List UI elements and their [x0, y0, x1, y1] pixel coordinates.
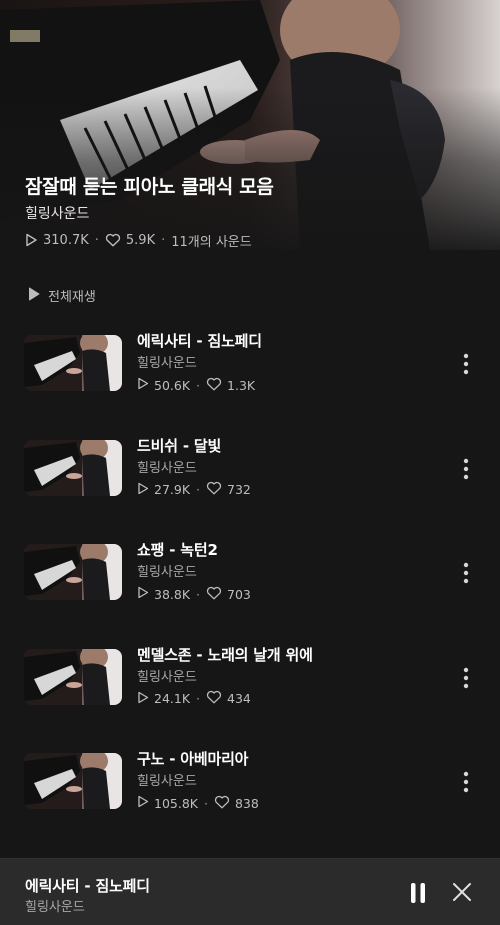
- play-icon: [137, 586, 149, 602]
- track-list: 에릭사티 - 짐노페디 힐링사운드 50.6K · 1.3K 드비쉬 - 달빛 힐링사운드 2…: [0, 330, 500, 853]
- track-more-button[interactable]: [456, 559, 476, 587]
- track-stats: 38.8K · 703: [137, 585, 251, 603]
- track-like-count: 732: [227, 482, 251, 498]
- track-artist: 힐링사운드: [137, 460, 197, 476]
- separator-dot: ·: [196, 482, 201, 498]
- track-play-count: 105.8K: [154, 795, 198, 811]
- track-row[interactable]: 쇼팽 - 녹턴2 힐링사운드 38.8K · 703: [0, 539, 500, 644]
- play-icon: [137, 482, 149, 498]
- track-title: 구노 - 아베마리아: [137, 750, 249, 769]
- play-icon: [137, 691, 149, 707]
- heart-icon: [206, 377, 222, 394]
- track-play-count: 24.1K: [154, 691, 191, 707]
- play-all-label: 전체재생: [48, 290, 96, 305]
- mini-player-artist: 힐링사운드: [25, 900, 85, 915]
- separator-dot: ·: [94, 232, 99, 248]
- play-icon: [137, 377, 149, 393]
- track-like-count: 703: [227, 586, 251, 602]
- track-title: 드비쉬 - 달빛: [137, 436, 222, 455]
- mini-player[interactable]: 에릭사티 - 짐노페디 힐링사운드: [0, 858, 500, 925]
- heart-icon: [105, 233, 121, 247]
- like-count: 5.9K: [125, 232, 156, 248]
- track-like-count: 838: [234, 795, 259, 811]
- play-icon: [137, 795, 149, 811]
- track-row[interactable]: 구노 - 아베마리아힐링사운드 105.8K · 838: [0, 748, 500, 853]
- separator-dot: ·: [196, 586, 201, 602]
- track-thumbnail: [24, 544, 122, 601]
- playlist-hero: 잠잘때 듣는 피아노 클래식 모음 힐링사운드 310.7K · 5.9K · …: [0, 0, 500, 250]
- play-count: 310.7K: [43, 232, 89, 248]
- track-thumbnail: [24, 753, 122, 810]
- track-more-button[interactable]: [456, 350, 476, 378]
- more-vertical-icon: [463, 562, 469, 584]
- track-play-count: 38.8K: [154, 586, 191, 602]
- track-more-button[interactable]: [456, 768, 476, 796]
- track-play-count: 50.6K: [154, 377, 191, 393]
- separator-dot: ·: [203, 795, 208, 811]
- heart-icon: [206, 690, 222, 707]
- pause-button[interactable]: [404, 879, 432, 907]
- track-artist: 힐링사운드: [137, 774, 197, 790]
- track-more-button[interactable]: [456, 664, 476, 692]
- track-artist: 힐링사운드: [137, 565, 197, 581]
- playlist-stats: 310.7K · 5.9K · 11개의 사운드: [25, 230, 252, 250]
- separator-dot: ·: [196, 691, 201, 707]
- track-thumbnail: [24, 648, 122, 705]
- track-play-count: 27.9K: [154, 482, 191, 498]
- play-filled-icon: [28, 287, 40, 305]
- track-stats: 27.9K · 732: [137, 481, 251, 499]
- track-artist: 힐링사운드: [137, 669, 197, 685]
- track-row[interactable]: 드비쉬 - 달빛힐링사운드 27.9K · 732: [0, 435, 500, 540]
- more-vertical-icon: [463, 458, 469, 479]
- track-count: 11개의 사운드: [171, 234, 252, 250]
- playlist-artist[interactable]: 힐링사운드: [25, 203, 89, 223]
- track-thumbnail: [24, 439, 122, 496]
- track-title: 에릭사티 - 짐노페디: [137, 332, 262, 350]
- more-vertical-icon: [463, 772, 469, 793]
- track-stats: 50.6K · 1.3K: [137, 376, 255, 394]
- track-stats: 24.1K · 434: [137, 690, 251, 708]
- track-like-count: 434: [227, 691, 251, 707]
- mini-player-title: 에릭사티 - 짐노페디: [25, 877, 150, 895]
- separator-dot: ·: [161, 232, 166, 248]
- track-title: 멘델스존 - 노래의 날개 위에: [137, 645, 313, 664]
- close-icon: [453, 883, 471, 901]
- play-icon: [25, 233, 38, 247]
- heart-icon: [214, 795, 230, 812]
- more-vertical-icon: [463, 667, 469, 688]
- track-more-button[interactable]: [456, 455, 476, 483]
- close-button[interactable]: [449, 879, 475, 905]
- heart-icon: [206, 586, 222, 603]
- heart-icon: [206, 481, 222, 498]
- track-artist: 힐링사운드: [137, 356, 197, 371]
- track-row[interactable]: 멘델스존 - 노래의 날개 위에힐링사운드 24.1K · 434: [0, 644, 500, 749]
- more-vertical-icon: [463, 353, 469, 375]
- track-like-count: 1.3K: [227, 377, 256, 393]
- track-thumbnail: [24, 335, 122, 391]
- playlist-screen: 잠잘때 듣는 피아노 클래식 모음 힐링사운드 310.7K · 5.9K · …: [0, 0, 500, 925]
- track-title: 쇼팽 - 녹턴2: [137, 541, 218, 560]
- separator-dot: ·: [196, 377, 201, 393]
- pause-icon: [411, 883, 425, 903]
- track-stats: 105.8K · 838: [137, 794, 259, 812]
- play-all-button[interactable]: 전체재생: [28, 286, 96, 305]
- track-row[interactable]: 에릭사티 - 짐노페디힐링사운드 50.6K · 1.3K: [0, 330, 500, 435]
- playlist-title: 잠잘때 듣는 피아노 클래식 모음: [25, 176, 274, 198]
